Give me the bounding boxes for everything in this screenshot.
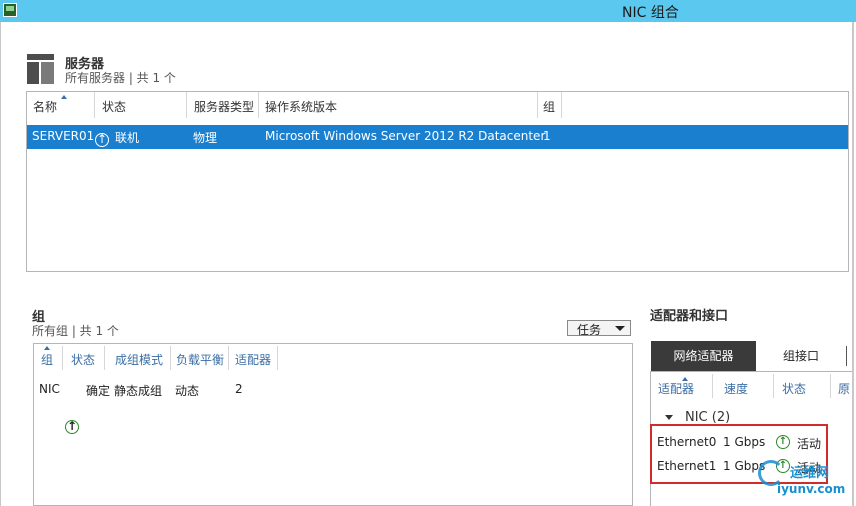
window-title: NIC 组合 [622, 5, 679, 21]
column-header-load-balancing[interactable]: 负载平衡 [176, 351, 224, 368]
groups-table: 组 状态 成组模式 负载平衡 适配器 NIC ↑ 确定 静态成组 动态 2 [33, 343, 633, 506]
tab-network-adapters[interactable]: 网络适配器 [651, 341, 756, 371]
group-name: NIC [39, 382, 60, 396]
nic-teaming-app-icon[interactable] [3, 3, 17, 17]
column-header-server-type[interactable]: 服务器类型 [194, 98, 254, 115]
groups-subtitle: 所有组 | 共 1 个 [32, 324, 119, 338]
column-header-adapter[interactable]: 适配器 [658, 380, 694, 397]
server-type: 物理 [193, 131, 218, 145]
group-mode: 静态成组 [114, 384, 163, 398]
column-header-teaming-mode[interactable]: 成组模式 [115, 351, 163, 368]
window-left-border [0, 22, 1, 506]
sort-ascending-icon [61, 95, 67, 99]
group-balance: 动态 [175, 384, 200, 398]
column-header-group[interactable]: 组 [41, 351, 53, 368]
chevron-down-icon [615, 326, 625, 331]
adapter-status: 活动 [797, 437, 822, 451]
server-name: SERVER01 [32, 129, 95, 143]
column-header-adapters[interactable]: 适配器 [235, 351, 271, 368]
server-group-icon [27, 54, 55, 84]
tab-team-interfaces[interactable]: 组接口 [756, 341, 846, 371]
tasks-label: 任务 [577, 323, 602, 337]
column-header-speed[interactable]: 速度 [724, 380, 748, 397]
group-status: 确定 [86, 384, 111, 398]
column-header-os-version[interactable]: 操作系统版本 [265, 98, 337, 115]
adapters-title: 适配器和接口 [650, 309, 729, 324]
window-right-border [852, 22, 854, 506]
column-header-status[interactable]: 状态 [71, 351, 95, 368]
adapter-name[interactable]: Ethernet0 [657, 435, 716, 449]
tasks-dropdown-button[interactable]: 任务 [567, 320, 631, 337]
column-header-status[interactable]: 状态 [102, 98, 126, 115]
server-os: Microsoft Windows Server 2012 R2 Datacen… [265, 129, 546, 143]
column-header-group[interactable]: 组 [543, 98, 555, 115]
watermark-text: 运维网 [790, 466, 830, 481]
adapter-name[interactable]: Ethernet1 [657, 459, 716, 473]
group-adapter-count: 2 [235, 382, 243, 396]
servers-subtitle: 所有服务器 | 共 1 个 [65, 71, 176, 85]
server-group: 1 [543, 129, 551, 143]
title-bar [0, 0, 856, 22]
server-status: 联机 [115, 131, 140, 145]
expand-triangle-icon[interactable] [665, 415, 673, 420]
status-up-arrow-icon: ↑ [776, 434, 790, 449]
tab-divider [846, 346, 847, 366]
adapter-group-label: NIC (2) [685, 410, 731, 425]
table-row[interactable]: SERVER01 ↑ 联机 物理 Microsoft Windows Serve… [27, 125, 848, 149]
column-header-status[interactable]: 状态 [782, 380, 806, 397]
servers-table: 名称 状态 服务器类型 操作系统版本 组 SERVER01 ↑ 联机 物理 Mi… [26, 91, 849, 272]
adapter-group-header[interactable]: NIC (2) [665, 410, 730, 425]
column-header-name[interactable]: 名称 [33, 98, 57, 115]
adapter-speed: 1 Gbps [723, 435, 766, 449]
watermark-url: iyunv.com [777, 482, 846, 496]
sort-ascending-icon [44, 346, 50, 350]
column-header-source[interactable]: 原 [838, 380, 850, 397]
